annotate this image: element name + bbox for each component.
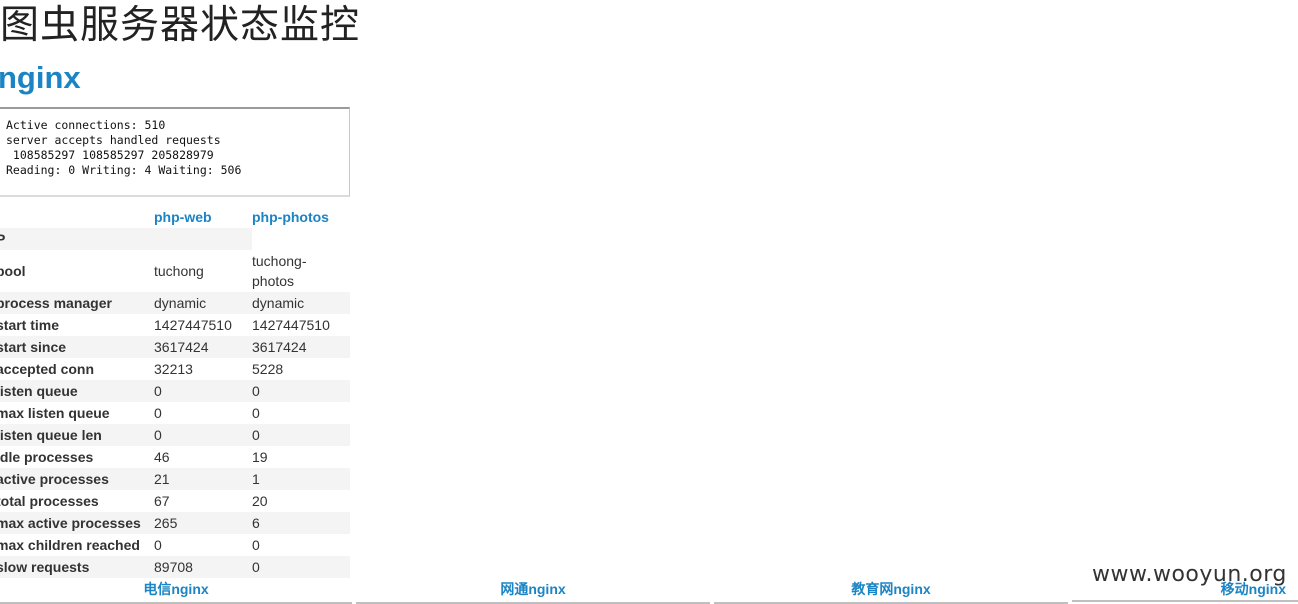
php-web-value: 46 bbox=[154, 449, 170, 465]
table-body: Ppool tuchong tuchong- photos process manag… bbox=[0, 228, 350, 578]
php-web-value: 3617424 bbox=[154, 336, 252, 358]
table-row: max active processes 265 6 bbox=[0, 512, 350, 534]
row-label: process manager bbox=[0, 292, 154, 314]
row-label: pool bbox=[0, 263, 26, 279]
row-label: slow requests bbox=[0, 556, 154, 578]
row-label: max listen queue bbox=[0, 405, 110, 421]
php-photos-value: 0 bbox=[252, 424, 350, 446]
php-photos-value: 1 bbox=[252, 468, 350, 490]
row-label: listen queue bbox=[0, 380, 154, 402]
php-photos-value: 3617424 bbox=[252, 336, 350, 358]
row-label: total processes bbox=[0, 493, 99, 509]
php-web-value: 0 bbox=[154, 424, 252, 446]
nginx-status-text: Active connections: 510 server accepts h… bbox=[6, 118, 242, 177]
php-web-value: 0 bbox=[154, 537, 162, 553]
table-row: slow requests 89708 0 bbox=[0, 556, 350, 578]
footer-link-telecom-nginx[interactable]: 电信nginx bbox=[0, 578, 352, 604]
table-row: active processes 21 1 bbox=[0, 468, 350, 490]
php-photos-value: 0 bbox=[252, 380, 350, 402]
table-row: listen queue len 0 0 bbox=[0, 424, 350, 446]
php-web-value: 265 bbox=[154, 512, 252, 534]
table-row: total processes 67 20 bbox=[0, 490, 350, 512]
row-label: start since bbox=[0, 336, 154, 358]
row-label: active processes bbox=[0, 468, 154, 490]
table-row: max children reached 0 0 bbox=[0, 534, 350, 556]
php-web-value: dynamic bbox=[154, 292, 252, 314]
php-pool-table: php-web php-photos Ppool tuchong tuchong- … bbox=[0, 206, 350, 578]
page-title: 图虫服务器状态监控 bbox=[0, 3, 361, 48]
table-row: accepted conn 32213 5228 bbox=[0, 358, 350, 380]
php-photos-value: 19 bbox=[252, 449, 268, 465]
php-photos-value: 6 bbox=[252, 512, 350, 534]
row-label: start time bbox=[0, 317, 60, 333]
php-photos-value: 5228 bbox=[252, 361, 284, 377]
table-header-blank bbox=[0, 206, 154, 228]
php-photos-value: 1427447510 bbox=[252, 317, 330, 333]
php-photos-value: tuchong- photos bbox=[252, 253, 307, 289]
table-row: listen queue 0 0 bbox=[0, 380, 350, 402]
table-row: process manager dynamic dynamic bbox=[0, 292, 350, 314]
row-label: listen queue len bbox=[0, 424, 154, 446]
footer-link-edu-nginx[interactable]: 教育网nginx bbox=[714, 578, 1068, 604]
php-photos-value: 0 bbox=[252, 537, 260, 553]
table-row: pool tuchong tuchong- photos bbox=[0, 250, 350, 292]
php-photos-value: dynamic bbox=[252, 292, 350, 314]
php-photos-value bbox=[252, 228, 350, 250]
table-row: P bbox=[0, 228, 350, 250]
table-row: start time 1427447510 1427447510 bbox=[0, 314, 350, 336]
column-header-php-photos[interactable]: php-photos bbox=[252, 206, 350, 228]
php-web-value: 0 bbox=[154, 380, 252, 402]
php-web-value: 0 bbox=[154, 405, 162, 421]
row-label: idle processes bbox=[0, 449, 94, 465]
php-web-value bbox=[154, 228, 252, 250]
table-row: idle processes 46 19 bbox=[0, 446, 350, 468]
row-label: max children reached bbox=[0, 537, 140, 553]
php-photos-value: 20 bbox=[252, 493, 268, 509]
php-web-value: 89708 bbox=[154, 556, 252, 578]
nginx-status-box: Active connections: 510 server accepts h… bbox=[0, 107, 350, 197]
table-header-row: php-web php-photos bbox=[0, 206, 350, 228]
footer-link-netcom-nginx[interactable]: 网通nginx bbox=[356, 578, 710, 604]
watermark-text: www.wooyun.org bbox=[1092, 562, 1287, 587]
php-web-value: tuchong bbox=[154, 263, 204, 279]
table-row: start since 3617424 3617424 bbox=[0, 336, 350, 358]
php-web-value: 1427447510 bbox=[154, 317, 232, 333]
column-header-php-web[interactable]: php-web bbox=[154, 206, 252, 228]
php-photos-value: 0 bbox=[252, 405, 260, 421]
php-web-value: 32213 bbox=[154, 361, 193, 377]
row-label: max active processes bbox=[0, 512, 154, 534]
nginx-section-title: nginx bbox=[0, 60, 81, 95]
php-photos-value: 0 bbox=[252, 556, 350, 578]
table-row: max listen queue 0 0 bbox=[0, 402, 350, 424]
php-web-value: 21 bbox=[154, 468, 252, 490]
row-label: P bbox=[0, 228, 154, 250]
row-label: accepted conn bbox=[0, 361, 95, 377]
php-web-value: 67 bbox=[154, 493, 170, 509]
